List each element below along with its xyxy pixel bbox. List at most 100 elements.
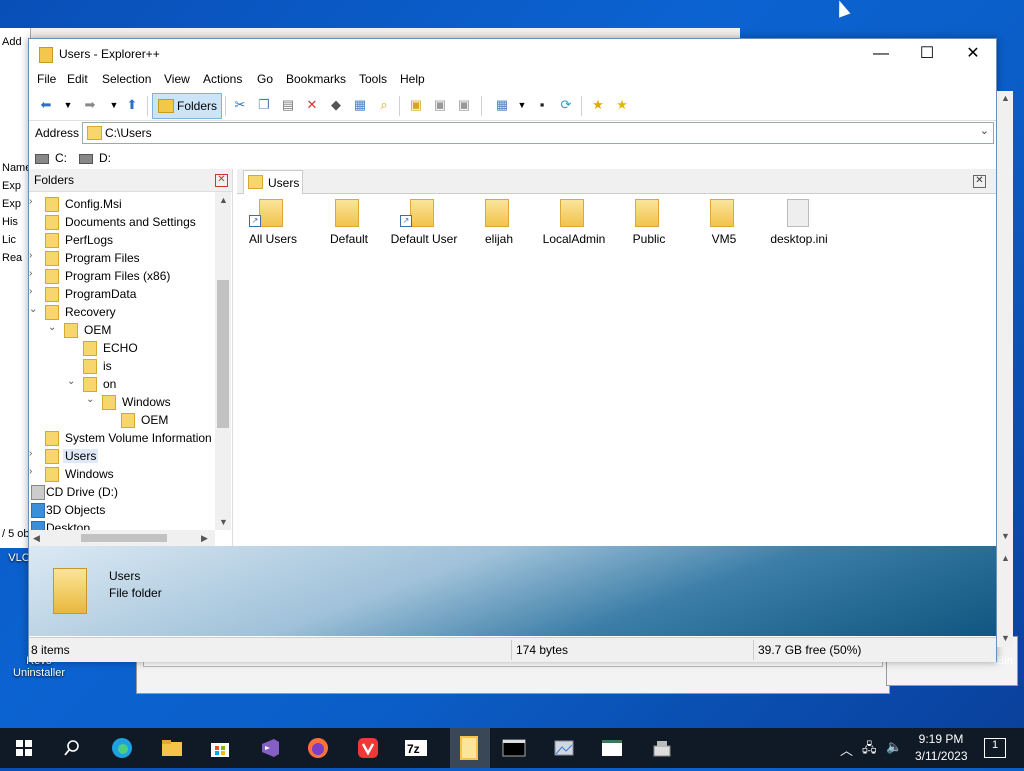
taskbar-app-manager[interactable] xyxy=(552,736,576,760)
expand-icon[interactable]: › xyxy=(29,448,32,459)
file-item[interactable]: ↗ Default User xyxy=(388,199,460,251)
drive-d-button[interactable]: D: xyxy=(79,151,111,165)
scroll-left-icon[interactable]: ◀ xyxy=(33,533,40,544)
volume-icon[interactable]: 🔈 xyxy=(886,739,902,755)
copy-to-icon[interactable]: ▣ xyxy=(431,96,449,114)
close-icon[interactable]: ✕ xyxy=(215,174,228,187)
file-item[interactable]: VM5 xyxy=(688,199,760,251)
expand-icon[interactable]: › xyxy=(29,286,32,297)
scroll-up-icon[interactable]: ▲ xyxy=(219,195,228,205)
address-input[interactable]: C:\Users ⌄ xyxy=(82,122,994,144)
taskbar-7zip[interactable]: 7z xyxy=(404,736,428,760)
search-folder-icon[interactable]: ⌕ xyxy=(375,96,393,114)
delete-permanently-icon[interactable]: ◆ xyxy=(327,96,345,114)
menu-edit[interactable]: Edit xyxy=(67,72,88,86)
status-separator xyxy=(511,640,512,660)
notification-center-button[interactable]: 1 xyxy=(984,738,1006,758)
expand-icon[interactable]: › xyxy=(29,196,32,207)
menu-help[interactable]: Help xyxy=(400,72,425,86)
collapse-icon[interactable]: ⌄ xyxy=(86,394,94,405)
close-button[interactable]: ✕ xyxy=(950,39,996,69)
folders-button[interactable]: Folders xyxy=(152,93,222,119)
tab-users[interactable]: Users xyxy=(243,170,303,194)
chevron-up-icon[interactable]: ︿ xyxy=(840,740,853,759)
menu-selection[interactable]: Selection xyxy=(102,72,151,86)
file-item[interactable]: ↗ All Users xyxy=(237,199,309,251)
scroll-up-icon[interactable]: ▲ xyxy=(1001,553,1010,563)
chevron-down-icon[interactable]: ⌄ xyxy=(980,124,989,137)
views-dropdown-icon[interactable]: ▼ xyxy=(513,96,531,114)
scroll-down-icon[interactable]: ▼ xyxy=(219,517,228,527)
cd-drive-icon xyxy=(79,153,93,164)
paste-icon[interactable]: ▤ xyxy=(279,96,297,114)
collapse-icon[interactable]: ⌄ xyxy=(48,322,56,333)
file-item[interactable]: Default xyxy=(313,199,385,251)
bookmark-add-icon[interactable]: ★ xyxy=(589,96,607,114)
forward-dropdown-icon[interactable]: ▼ xyxy=(105,96,123,114)
taskbar-visual-studio[interactable] xyxy=(258,736,282,760)
properties-icon[interactable]: ▦ xyxy=(351,96,369,114)
file-item[interactable]: Public xyxy=(613,199,685,251)
scroll-down-icon[interactable]: ▼ xyxy=(1001,633,1010,643)
expand-icon[interactable]: › xyxy=(29,250,32,261)
file-item[interactable]: LocalAdmin xyxy=(538,199,610,251)
title-bar[interactable]: Users - Explorer++ — ☐ ✕ xyxy=(29,39,996,69)
copy-icon[interactable]: ❐ xyxy=(255,96,273,114)
menu-actions[interactable]: Actions xyxy=(203,72,242,86)
collapse-icon[interactable]: ⌄ xyxy=(67,376,75,387)
background-window-left: Add Name Exp Exp His Lic Rea / 5 ob xyxy=(0,28,31,548)
folder-icon xyxy=(45,467,59,482)
folder-tree: › Config.Msi Documents and Settings PerfL… xyxy=(29,192,215,530)
collapse-icon[interactable]: ⌄ xyxy=(29,304,37,315)
taskbar-vivaldi[interactable] xyxy=(356,736,380,760)
expand-icon[interactable]: › xyxy=(29,268,32,279)
scroll-up-icon[interactable]: ▲ xyxy=(1001,93,1010,103)
file-item[interactable]: desktop.ini xyxy=(763,199,835,251)
scroll-right-icon[interactable]: ▶ xyxy=(201,533,208,544)
minimize-button[interactable]: — xyxy=(858,39,904,69)
menu-bookmarks[interactable]: Bookmarks xyxy=(286,72,346,86)
taskbar-file-explorer[interactable] xyxy=(160,736,184,760)
back-arrow-icon[interactable]: ⬅ xyxy=(37,96,55,114)
folder-tree-horizontal-scrollbar[interactable]: ◀ ▶ xyxy=(29,530,215,546)
taskbar-terminal[interactable] xyxy=(502,736,526,760)
forward-arrow-icon[interactable]: ➡ xyxy=(81,96,99,114)
cut-icon[interactable]: ✂ xyxy=(231,96,249,114)
taskbar-store[interactable] xyxy=(208,736,232,760)
taskbar-firefox[interactable] xyxy=(306,736,330,760)
menu-view[interactable]: View xyxy=(164,72,190,86)
network-icon[interactable]: 🖧 xyxy=(862,739,877,761)
file-item[interactable]: elijah xyxy=(463,199,535,251)
views-icon[interactable]: ▦ xyxy=(493,96,511,114)
status-item-count: 8 items xyxy=(31,643,70,657)
scroll-thumb[interactable] xyxy=(81,534,167,542)
taskbar-explorerpp-active[interactable] xyxy=(450,728,490,768)
scroll-thumb[interactable] xyxy=(217,280,229,428)
new-folder-icon[interactable]: ▣ xyxy=(407,96,425,114)
window-vertical-scrollbar[interactable]: ▲ ▼ ▲ ▼ xyxy=(997,91,1013,647)
menu-file[interactable]: File xyxy=(37,72,56,86)
maximize-button[interactable]: ☐ xyxy=(904,39,950,69)
tree-item-label: Windows xyxy=(122,395,171,409)
scroll-down-icon[interactable]: ▼ xyxy=(1001,531,1010,541)
up-arrow-icon[interactable]: ⬆ xyxy=(123,96,141,114)
menu-go[interactable]: Go xyxy=(257,72,273,86)
back-dropdown-icon[interactable]: ▼ xyxy=(59,96,77,114)
taskbar-uninstaller[interactable] xyxy=(650,736,674,760)
menu-tools[interactable]: Tools xyxy=(359,72,387,86)
delete-icon[interactable]: ✕ xyxy=(303,96,321,114)
start-button[interactable] xyxy=(12,736,36,760)
search-button[interactable] xyxy=(60,736,84,760)
taskbar-edge[interactable] xyxy=(110,736,134,760)
command-prompt-icon[interactable]: ▪ xyxy=(533,96,551,114)
clock[interactable]: 9:19 PM 3/11/2023 xyxy=(915,732,968,763)
expand-icon[interactable]: › xyxy=(29,466,32,477)
bookmarks-icon[interactable]: ★ xyxy=(613,96,631,114)
move-to-icon[interactable]: ▣ xyxy=(455,96,473,114)
taskbar-notepad[interactable] xyxy=(600,736,624,760)
close-tab-icon[interactable]: ✕ xyxy=(973,175,986,188)
drive-c-button[interactable]: C: xyxy=(35,151,67,165)
refresh-icon[interactable]: ⟳ xyxy=(557,96,575,114)
file-explorer-icon xyxy=(162,740,182,756)
tree-item-label: 3D Objects xyxy=(46,503,106,517)
